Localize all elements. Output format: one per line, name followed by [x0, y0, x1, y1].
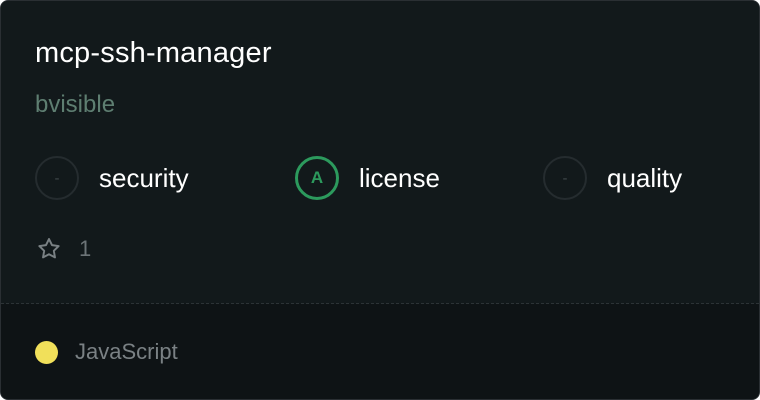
security-label: security [99, 162, 189, 193]
repo-owner[interactable]: bvisible [35, 91, 115, 119]
star-outline-icon [35, 235, 63, 263]
quality-score[interactable]: - quality [543, 154, 682, 202]
repo-card[interactable]: mcp-ssh-manager bvisible - security A li… [0, 0, 760, 400]
language-indicator: JavaScript [35, 337, 178, 367]
quality-label: quality [607, 162, 683, 193]
language-name: JavaScript [75, 339, 178, 364]
star-count[interactable]: 1 [35, 233, 91, 265]
license-score[interactable]: A license [295, 154, 440, 202]
repo-name[interactable]: mcp-ssh-manager [35, 37, 272, 70]
language-color-dot [35, 340, 58, 364]
security-grade-badge: - [35, 156, 79, 200]
security-score[interactable]: - security [35, 154, 189, 202]
license-label: license [359, 162, 440, 193]
quality-grade-badge: - [543, 156, 587, 200]
star-count-value: 1 [79, 236, 92, 261]
license-grade-badge: A [295, 156, 339, 200]
